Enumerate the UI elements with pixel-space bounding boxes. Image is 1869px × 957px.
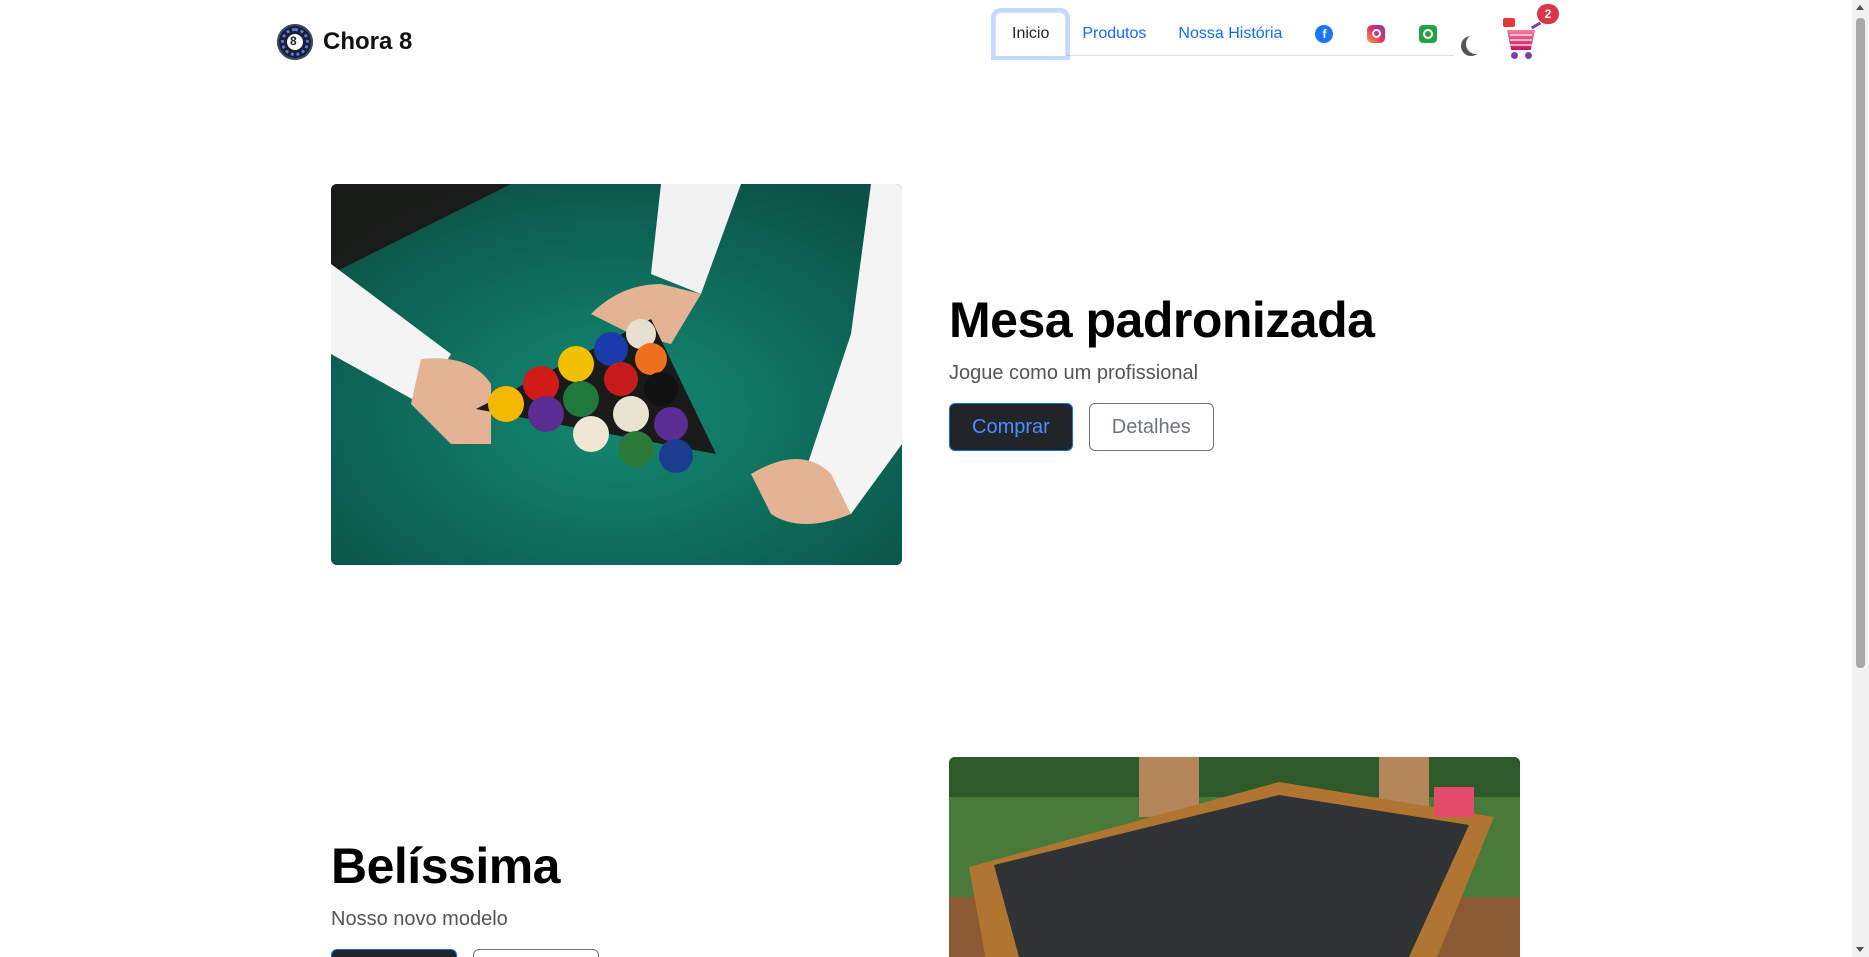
whatsapp-icon <box>1419 24 1438 43</box>
details-button[interactable]: Detalhes <box>1088 403 1214 451</box>
theme-toggle-moon-icon[interactable] <box>1466 34 1486 54</box>
brand-link[interactable]: 8 Chora 8 <box>277 24 412 60</box>
billiard-ball-logo-icon: 8 <box>277 24 313 60</box>
featurette-2-subtitle: Nosso novo modelo <box>331 908 508 930</box>
shopping-cart-icon[interactable] <box>1503 18 1543 62</box>
featurette-2-buttons <box>331 949 851 957</box>
scroll-down-arrow-icon[interactable] <box>1856 947 1864 952</box>
instagram-link[interactable] <box>1350 12 1402 56</box>
instagram-icon <box>1367 24 1386 43</box>
facebook-icon: f <box>1315 24 1334 43</box>
featurette-1-title: Mesa padronizada <box>949 292 1375 348</box>
vertical-scrollbar[interactable] <box>1852 0 1869 957</box>
billiard-balls-rack-image <box>331 184 902 565</box>
featurette-2-title: Belíssima <box>331 838 560 894</box>
pool-table-image <box>949 757 1520 957</box>
featurette-2-text: Belíssima Nosso novo modelo <box>331 836 851 957</box>
featurette-1-subtitle: Jogue como um profissional <box>949 362 1199 384</box>
featurette-1-buttons: Comprar Detalhes <box>949 403 1469 451</box>
facebook-link[interactable]: f <box>1298 12 1350 56</box>
whatsapp-link[interactable] <box>1402 12 1454 56</box>
buy-button[interactable]: Comprar <box>949 403 1073 451</box>
nav-link-nossa-historia[interactable]: Nossa História <box>1162 12 1298 56</box>
featurette-2-details-button[interactable] <box>473 949 599 957</box>
cart-count-badge: 2 <box>1537 4 1559 24</box>
featurette-1-text: Mesa padronizada Jogue como um profissio… <box>949 290 1469 451</box>
brand-name: Chora 8 <box>323 28 413 55</box>
scroll-up-arrow-icon[interactable] <box>1856 5 1864 10</box>
main-nav: Inicio Produtos Nossa História f <box>995 11 1455 56</box>
scroll-thumb[interactable] <box>1856 18 1865 668</box>
nav-link-inicio[interactable]: Inicio <box>995 11 1067 56</box>
featurette-2-buy-button[interactable] <box>331 949 457 957</box>
nav-link-produtos[interactable]: Produtos <box>1066 12 1162 56</box>
navbar: 8 Chora 8 Inicio Produtos Nossa História… <box>0 0 1852 80</box>
